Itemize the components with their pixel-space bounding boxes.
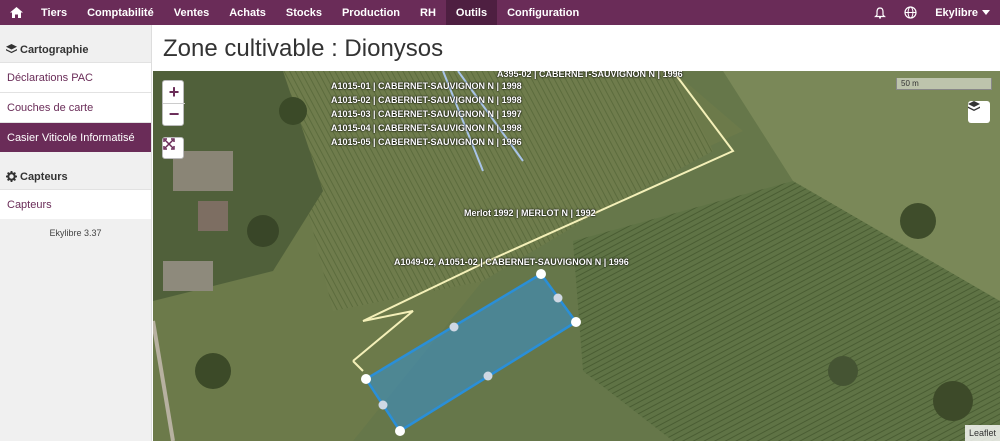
- sidebar-item-couches-de-carte[interactable]: Couches de carte: [0, 92, 151, 122]
- map-view[interactable]: A395-02 | CABERNET-SAUVIGNON N | 1996 A1…: [153, 71, 1000, 441]
- sidebar: Cartographie Déclarations PAC Couches de…: [0, 25, 152, 441]
- plot-label-a1015-01: A1015-01 | CABERNET-SAUVIGNON N | 1998: [331, 81, 522, 91]
- nav-stocks[interactable]: Stocks: [276, 0, 332, 25]
- nav-achats[interactable]: Achats: [219, 0, 276, 25]
- sidebar-section-capteurs: Capteurs: [0, 164, 151, 189]
- nav-tiers[interactable]: Tiers: [31, 0, 77, 25]
- expand-icon: [163, 138, 175, 150]
- plot-label-merlot: Merlot 1992 | MERLOT N | 1992: [464, 208, 596, 218]
- main-content: Zone cultivable : Dionysos A395-02 | CAB…: [153, 25, 1000, 441]
- layers-icon: [6, 44, 17, 54]
- plot-label-a1015-03: A1015-03 | CABERNET-SAUVIGNON N | 1997: [331, 109, 522, 119]
- layers-button[interactable]: [968, 101, 990, 123]
- nav-production[interactable]: Production: [332, 0, 410, 25]
- gear-icon: [6, 171, 17, 182]
- zoom-out-button[interactable]: −: [163, 103, 185, 125]
- plot-label-a1015-04: A1015-04 | CABERNET-SAUVIGNON N | 1998: [331, 123, 522, 133]
- fullscreen-button[interactable]: [162, 137, 184, 159]
- chevron-down-icon: [982, 9, 990, 15]
- version-label: Ekylibre 3.37: [49, 228, 102, 238]
- nav-outils[interactable]: Outils: [445, 0, 498, 25]
- top-navigation-bar: Tiers Comptabilité Ventes Achats Stocks …: [0, 0, 1000, 25]
- zoom-control: + −: [162, 80, 185, 126]
- sidebar-item-declarations-pac[interactable]: Déclarations PAC: [0, 62, 151, 92]
- plot-label-a1015-02: A1015-02 | CABERNET-SAUVIGNON N | 1998: [331, 95, 522, 105]
- map-scale: 50 m: [896, 78, 992, 90]
- plot-label-a1049: A1049-02, A1051-02 | CABERNET-SAUVIGNON …: [394, 257, 629, 267]
- globe-icon[interactable]: [895, 0, 925, 25]
- nav-comptabilite[interactable]: Comptabilité: [77, 0, 164, 25]
- zoom-in-button[interactable]: +: [163, 81, 185, 103]
- user-menu[interactable]: Ekylibre: [925, 0, 1000, 25]
- home-icon[interactable]: [0, 0, 31, 25]
- map-attribution[interactable]: Leaflet: [965, 425, 1000, 441]
- layers-icon: [968, 101, 980, 111]
- sidebar-item-casier-viticole[interactable]: Casier Viticole Informatisé: [0, 122, 151, 152]
- satellite-imagery: [153, 71, 1000, 441]
- user-name: Ekylibre: [935, 6, 978, 19]
- page-title: Zone cultivable : Dionysos: [163, 35, 444, 62]
- sidebar-section-cartographie: Cartographie: [0, 37, 151, 62]
- nav-ventes[interactable]: Ventes: [164, 0, 219, 25]
- nav-rh[interactable]: RH: [410, 0, 446, 25]
- plot-label-a1015-05: A1015-05 | CABERNET-SAUVIGNON N | 1996: [331, 137, 522, 147]
- nav-configuration[interactable]: Configuration: [497, 0, 589, 25]
- sidebar-item-capteurs[interactable]: Capteurs: [0, 189, 151, 219]
- plot-label-a395: A395-02 | CABERNET-SAUVIGNON N | 1996: [497, 71, 683, 79]
- bell-icon[interactable]: [865, 0, 895, 25]
